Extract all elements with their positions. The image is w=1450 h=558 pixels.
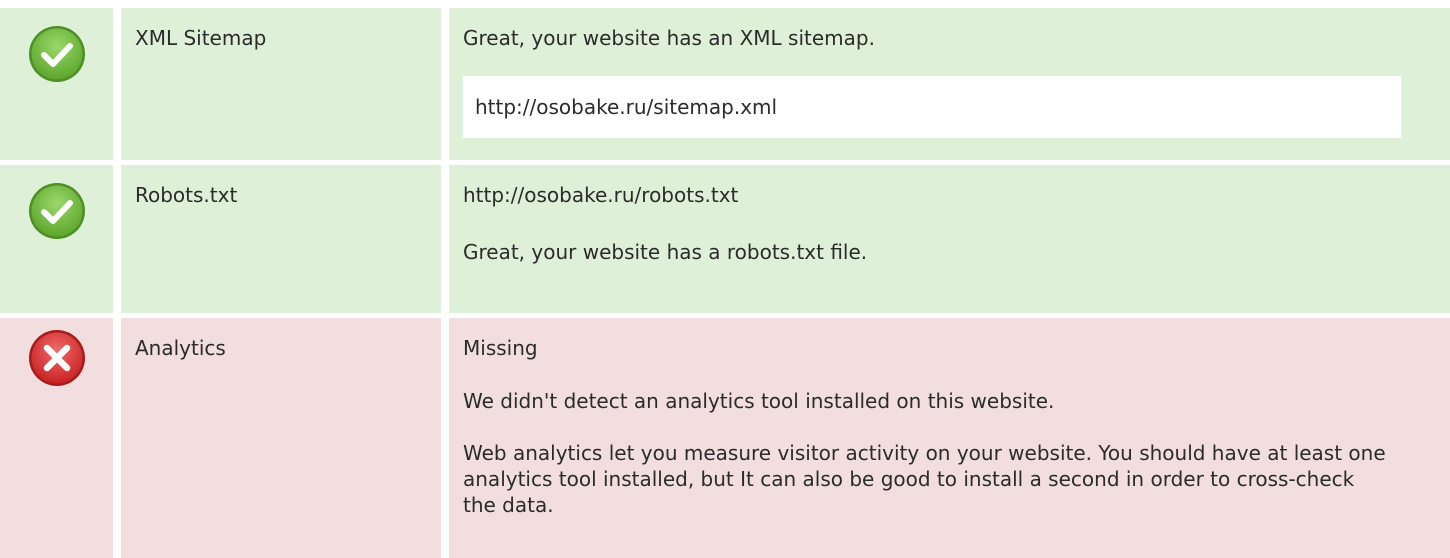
status-icon-cell [0, 165, 113, 313]
check-name: Analytics [135, 336, 226, 360]
error-x-icon [28, 330, 85, 386]
check-result-cell: http://osobake.ru/robots.txt Great, your… [449, 165, 1450, 313]
check-icon [28, 26, 85, 82]
seo-check-row-robots-txt: Robots.txt http://osobake.ru/robots.txt … [0, 165, 1450, 313]
check-name: Robots.txt [135, 183, 238, 207]
seo-check-row-analytics: Analytics Missing We didn't detect an an… [0, 318, 1450, 558]
check-name-cell: Robots.txt [121, 165, 441, 313]
status-text: Missing [463, 336, 538, 360]
advice-text: Web analytics let you measure visitor ac… [463, 441, 1386, 517]
status-icon-cell [0, 8, 113, 160]
sitemap-url[interactable]: http://osobake.ru/sitemap.xml [475, 95, 777, 119]
check-name-cell: XML Sitemap [121, 8, 441, 160]
status-icon-cell [0, 318, 113, 558]
check-icon [28, 183, 85, 239]
check-result-cell: Missing We didn't detect an analytics to… [449, 318, 1450, 558]
check-name: XML Sitemap [135, 26, 267, 50]
check-name-cell: Analytics [121, 318, 441, 558]
seo-check-row-xml-sitemap: XML Sitemap Great, your website has an X… [0, 8, 1450, 160]
check-result-cell: Great, your website has an XML sitemap. … [449, 8, 1450, 160]
result-message: Great, your website has a robots.txt fil… [463, 240, 868, 264]
result-message: Great, your website has an XML sitemap. [463, 26, 875, 50]
robots-url[interactable]: http://osobake.ru/robots.txt [463, 177, 1436, 213]
result-message: We didn't detect an analytics tool insta… [463, 389, 1055, 413]
sitemap-url-box: http://osobake.ru/sitemap.xml [463, 76, 1401, 138]
